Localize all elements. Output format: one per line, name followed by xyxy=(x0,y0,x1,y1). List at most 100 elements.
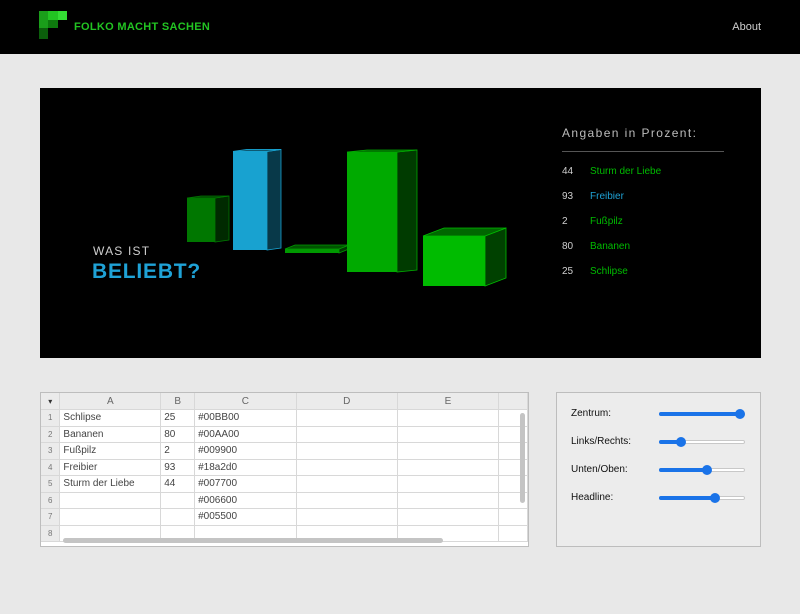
cell[interactable] xyxy=(296,508,398,526)
cell[interactable]: #00BB00 xyxy=(194,409,297,427)
unten-oben-slider[interactable] xyxy=(659,465,745,475)
legend-value: 2 xyxy=(562,216,568,227)
legend-label: Schlipse xyxy=(590,266,628,277)
row-number[interactable]: 5 xyxy=(41,475,61,493)
cell[interactable] xyxy=(296,442,398,460)
slider-fill xyxy=(659,412,740,416)
cell[interactable]: 80 xyxy=(160,426,196,443)
legend-label: Freibier xyxy=(590,191,624,202)
cell[interactable]: #006600 xyxy=(194,492,297,509)
column-header[interactable]: E xyxy=(397,393,500,410)
table-row: 1 Schlipse 25 #00BB00 xyxy=(41,409,528,427)
cell[interactable]: #18a2d0 xyxy=(194,459,297,476)
cell[interactable] xyxy=(397,475,500,493)
bar-schlipse xyxy=(422,227,507,287)
select-all-corner[interactable]: ▾ xyxy=(41,393,61,410)
table-row: 4 Freibier 93 #18a2d0 xyxy=(41,459,528,476)
cell[interactable]: Bananen xyxy=(59,426,162,443)
cell[interactable]: Freibier xyxy=(59,459,162,476)
cell[interactable] xyxy=(397,459,500,476)
cell[interactable] xyxy=(160,492,196,509)
slider-thumb[interactable] xyxy=(735,409,745,419)
table-row: 2 Bananen 80 #00AA00 xyxy=(41,426,528,443)
about-link[interactable]: About xyxy=(732,21,761,33)
cell[interactable] xyxy=(397,426,500,443)
cell[interactable]: Sturm der Liebe xyxy=(59,475,162,493)
slider-label: Unten/Oben: xyxy=(571,464,628,475)
cell[interactable]: Fußpilz xyxy=(59,442,162,460)
table-row: 6 #006600 xyxy=(41,492,528,509)
cell[interactable] xyxy=(397,492,500,509)
legend-label: Bananen xyxy=(590,241,631,252)
headline-slider[interactable] xyxy=(659,493,745,503)
horizontal-scrollbar[interactable] xyxy=(63,538,443,543)
cell[interactable] xyxy=(498,508,528,526)
column-header[interactable]: A xyxy=(59,393,162,410)
row-number[interactable]: 7 xyxy=(41,508,61,526)
table-row: 3 Fußpilz 2 #009900 xyxy=(41,442,528,460)
cell[interactable]: 44 xyxy=(160,475,196,493)
legend-title: Angaben in Prozent: xyxy=(562,126,698,140)
legend-label: Fußpilz xyxy=(590,216,623,227)
slider-fill xyxy=(659,468,707,472)
cell[interactable] xyxy=(296,475,398,493)
hero-kicker: WAS IST xyxy=(93,244,151,258)
cell[interactable] xyxy=(296,459,398,476)
legend-value: 25 xyxy=(562,266,574,277)
legend-value: 80 xyxy=(562,241,574,252)
cell[interactable] xyxy=(59,492,162,509)
zentrum-slider[interactable] xyxy=(659,409,745,419)
row-number[interactable]: 3 xyxy=(41,442,61,460)
cell[interactable]: 93 xyxy=(160,459,196,476)
slider-thumb[interactable] xyxy=(675,437,686,447)
logo-icon xyxy=(39,11,67,39)
row-number[interactable]: 2 xyxy=(41,426,61,443)
cell[interactable] xyxy=(296,409,398,427)
legend-value: 44 xyxy=(562,166,574,177)
table-row: 7 #005500 xyxy=(41,508,528,526)
cell[interactable]: #00AA00 xyxy=(194,426,297,443)
cell[interactable] xyxy=(296,426,398,443)
slider-thumb[interactable] xyxy=(701,465,712,475)
cell[interactable] xyxy=(59,508,162,526)
bar-fu-pilz xyxy=(284,244,350,254)
row-number[interactable]: 6 xyxy=(41,492,61,509)
cell[interactable]: #009900 xyxy=(194,442,297,460)
column-header xyxy=(498,393,528,410)
brand-name: FOLKO MACHT SACHEN xyxy=(74,21,211,33)
slider-fill xyxy=(659,496,715,500)
top-navbar: FOLKO MACHT SACHEN About xyxy=(0,0,800,54)
cell[interactable]: 2 xyxy=(160,442,196,460)
controls-panel: Zentrum: Links/Rechts: Unten/Oben: Headl… xyxy=(556,392,761,547)
row-number[interactable]: 1 xyxy=(41,409,61,427)
row-number[interactable]: 8 xyxy=(41,525,61,542)
legend-divider xyxy=(562,151,724,152)
cell[interactable] xyxy=(498,525,528,542)
table-row: 5 Sturm der Liebe 44 #007700 xyxy=(41,475,528,493)
cell[interactable] xyxy=(296,492,398,509)
cell[interactable] xyxy=(160,508,196,526)
cell[interactable]: Schlipse xyxy=(59,409,162,427)
slider-label: Headline: xyxy=(571,492,614,503)
column-header[interactable]: D xyxy=(296,393,398,410)
links-rechts-slider[interactable] xyxy=(659,437,745,447)
vertical-scrollbar[interactable] xyxy=(520,413,525,503)
row-number[interactable]: 4 xyxy=(41,459,61,476)
column-header-row: ▾ A B C D E xyxy=(41,393,528,410)
slider-thumb[interactable] xyxy=(709,493,720,503)
column-header[interactable]: B xyxy=(160,393,196,410)
cell[interactable]: #007700 xyxy=(194,475,297,493)
bar-freibier xyxy=(232,148,282,251)
cell[interactable] xyxy=(397,442,500,460)
spreadsheet[interactable]: ▾ A B C D E 1 Schlipse 25 #00BB00 2 Bana… xyxy=(40,392,529,547)
cell[interactable]: 25 xyxy=(160,409,196,427)
bar-sturm-der-liebe xyxy=(186,195,230,243)
legend-value: 93 xyxy=(562,191,574,202)
cell[interactable] xyxy=(397,409,500,427)
cell[interactable] xyxy=(397,508,500,526)
legend-label: Sturm der Liebe xyxy=(590,166,662,177)
hero-headline: BELIEBT? xyxy=(92,260,202,283)
column-header[interactable]: C xyxy=(194,393,297,410)
cell[interactable]: #005500 xyxy=(194,508,297,526)
slider-label: Zentrum: xyxy=(571,408,612,419)
